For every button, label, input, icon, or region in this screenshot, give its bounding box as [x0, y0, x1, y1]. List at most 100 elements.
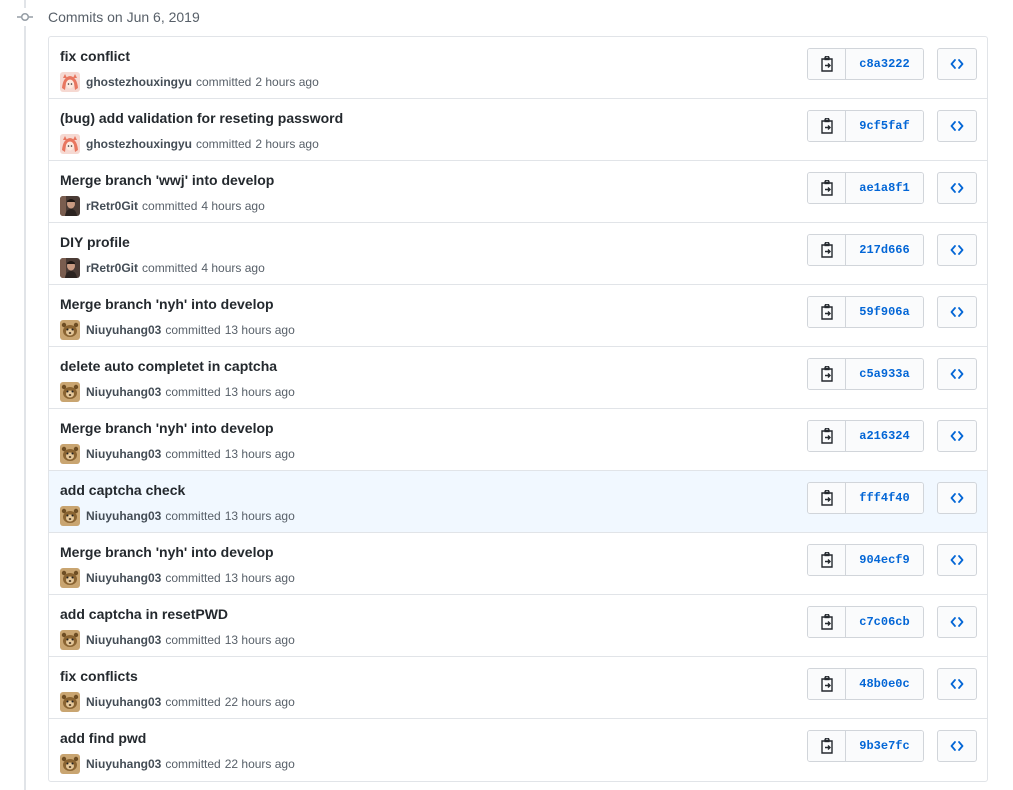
browse-repo-button[interactable]	[937, 296, 977, 328]
sha-button-group: fff4f40	[807, 482, 924, 514]
committed-label: committed	[196, 75, 252, 89]
copy-sha-button[interactable]	[808, 49, 846, 79]
author-link[interactable]: Niuyuhang03	[86, 385, 161, 399]
author-link[interactable]: rRetr0Git	[86, 199, 138, 213]
copy-sha-button[interactable]	[808, 607, 846, 637]
clipboard-icon	[820, 118, 833, 134]
browse-repo-button[interactable]	[937, 110, 977, 142]
copy-sha-button[interactable]	[808, 545, 846, 575]
commit-sha-link[interactable]: ae1a8f1	[846, 173, 923, 203]
code-icon	[950, 679, 964, 689]
commit-title-link[interactable]: add captcha in resetPWD	[60, 606, 228, 622]
browse-repo-button[interactable]	[937, 730, 977, 762]
author-link[interactable]: Niuyuhang03	[86, 571, 161, 585]
code-icon	[950, 307, 964, 317]
author-avatar[interactable]	[60, 196, 80, 216]
commit-sha-link[interactable]: a216324	[846, 421, 923, 451]
author-avatar[interactable]	[60, 568, 80, 588]
code-icon	[950, 183, 964, 193]
author-link[interactable]: Niuyuhang03	[86, 323, 161, 337]
commit-title-link[interactable]: Merge branch 'wwj' into develop	[60, 172, 274, 188]
copy-sha-button[interactable]	[808, 359, 846, 389]
commit-meta: Niuyuhang03 committed 13 hours ago	[60, 320, 295, 340]
code-icon	[950, 245, 964, 255]
commit-title-link[interactable]: add captcha check	[60, 482, 185, 498]
copy-sha-button[interactable]	[808, 731, 846, 761]
commit-title-link[interactable]: fix conflict	[60, 48, 130, 64]
browse-repo-button[interactable]	[937, 234, 977, 266]
commit-actions: 9b3e7fc	[807, 730, 977, 762]
commit-title-link[interactable]: Merge branch 'nyh' into develop	[60, 544, 274, 560]
copy-sha-button[interactable]	[808, 235, 846, 265]
committed-label: committed	[142, 199, 198, 213]
code-icon	[950, 59, 964, 69]
clipboard-icon	[820, 304, 833, 320]
browse-repo-button[interactable]	[937, 172, 977, 204]
author-avatar[interactable]	[60, 258, 80, 278]
author-avatar[interactable]	[60, 630, 80, 650]
avatar-image-icon	[60, 630, 80, 650]
author-link[interactable]: ghostezhouxingyu	[86, 137, 192, 151]
commit-title-link[interactable]: Merge branch 'nyh' into develop	[60, 420, 274, 436]
commit-title-link[interactable]: DIY profile	[60, 234, 130, 250]
code-icon	[950, 617, 964, 627]
commit-sha-link[interactable]: 9b3e7fc	[846, 731, 923, 761]
commit-sha-link[interactable]: c7c06cb	[846, 607, 923, 637]
author-link[interactable]: Niuyuhang03	[86, 695, 161, 709]
author-avatar[interactable]	[60, 72, 80, 92]
clipboard-icon	[820, 552, 833, 568]
commit-meta: ghostezhouxingyu committed 2 hours ago	[60, 134, 319, 154]
browse-repo-button[interactable]	[937, 668, 977, 700]
author-avatar[interactable]	[60, 444, 80, 464]
author-link[interactable]: Niuyuhang03	[86, 633, 161, 647]
commit-title-link[interactable]: add find pwd	[60, 730, 146, 746]
commit-meta: Niuyuhang03 committed 13 hours ago	[60, 568, 295, 588]
copy-sha-button[interactable]	[808, 173, 846, 203]
browse-repo-button[interactable]	[937, 420, 977, 452]
sha-button-group: 904ecf9	[807, 544, 924, 576]
commit-sha-link[interactable]: 48b0e0c	[846, 669, 923, 699]
commit-sha-link[interactable]: 904ecf9	[846, 545, 923, 575]
copy-sha-button[interactable]	[808, 111, 846, 141]
committed-label: committed	[142, 261, 198, 275]
commit-sha-link[interactable]: 59f906a	[846, 297, 923, 327]
browse-repo-button[interactable]	[937, 358, 977, 390]
copy-sha-button[interactable]	[808, 669, 846, 699]
author-avatar[interactable]	[60, 754, 80, 774]
commit-actions: 48b0e0c	[807, 668, 977, 700]
author-link[interactable]: Niuyuhang03	[86, 509, 161, 523]
author-avatar[interactable]	[60, 382, 80, 402]
commit-node-icon	[16, 8, 34, 26]
commit-title-link[interactable]: Merge branch 'nyh' into develop	[60, 296, 274, 312]
commit-sha-link[interactable]: 9cf5faf	[846, 111, 923, 141]
browse-repo-button[interactable]	[937, 482, 977, 514]
commit-actions: c7c06cb	[807, 606, 977, 638]
clipboard-icon	[820, 180, 833, 196]
browse-repo-button[interactable]	[937, 544, 977, 576]
browse-repo-button[interactable]	[937, 606, 977, 638]
commit-sha-link[interactable]: fff4f40	[846, 483, 923, 513]
code-icon	[950, 121, 964, 131]
copy-sha-button[interactable]	[808, 421, 846, 451]
author-link[interactable]: ghostezhouxingyu	[86, 75, 192, 89]
commit-title-link[interactable]: delete auto completet in captcha	[60, 358, 277, 374]
avatar-image-icon	[60, 568, 80, 588]
author-link[interactable]: Niuyuhang03	[86, 757, 161, 771]
commit-title-link[interactable]: (bug) add validation for reseting passwo…	[60, 110, 343, 126]
commit-sha-link[interactable]: 217d666	[846, 235, 923, 265]
author-avatar[interactable]	[60, 692, 80, 712]
author-avatar[interactable]	[60, 134, 80, 154]
committed-label: committed	[165, 447, 221, 461]
copy-sha-button[interactable]	[808, 297, 846, 327]
author-link[interactable]: Niuyuhang03	[86, 447, 161, 461]
commit-sha-link[interactable]: c5a933a	[846, 359, 923, 389]
commit-title-link[interactable]: fix conflicts	[60, 668, 138, 684]
author-link[interactable]: rRetr0Git	[86, 261, 138, 275]
date-header: Commits on Jun 6, 2019	[16, 6, 200, 28]
browse-repo-button[interactable]	[937, 48, 977, 80]
commit-time: 4 hours ago	[201, 261, 265, 275]
author-avatar[interactable]	[60, 320, 80, 340]
copy-sha-button[interactable]	[808, 483, 846, 513]
commit-sha-link[interactable]: c8a3222	[846, 49, 923, 79]
author-avatar[interactable]	[60, 506, 80, 526]
